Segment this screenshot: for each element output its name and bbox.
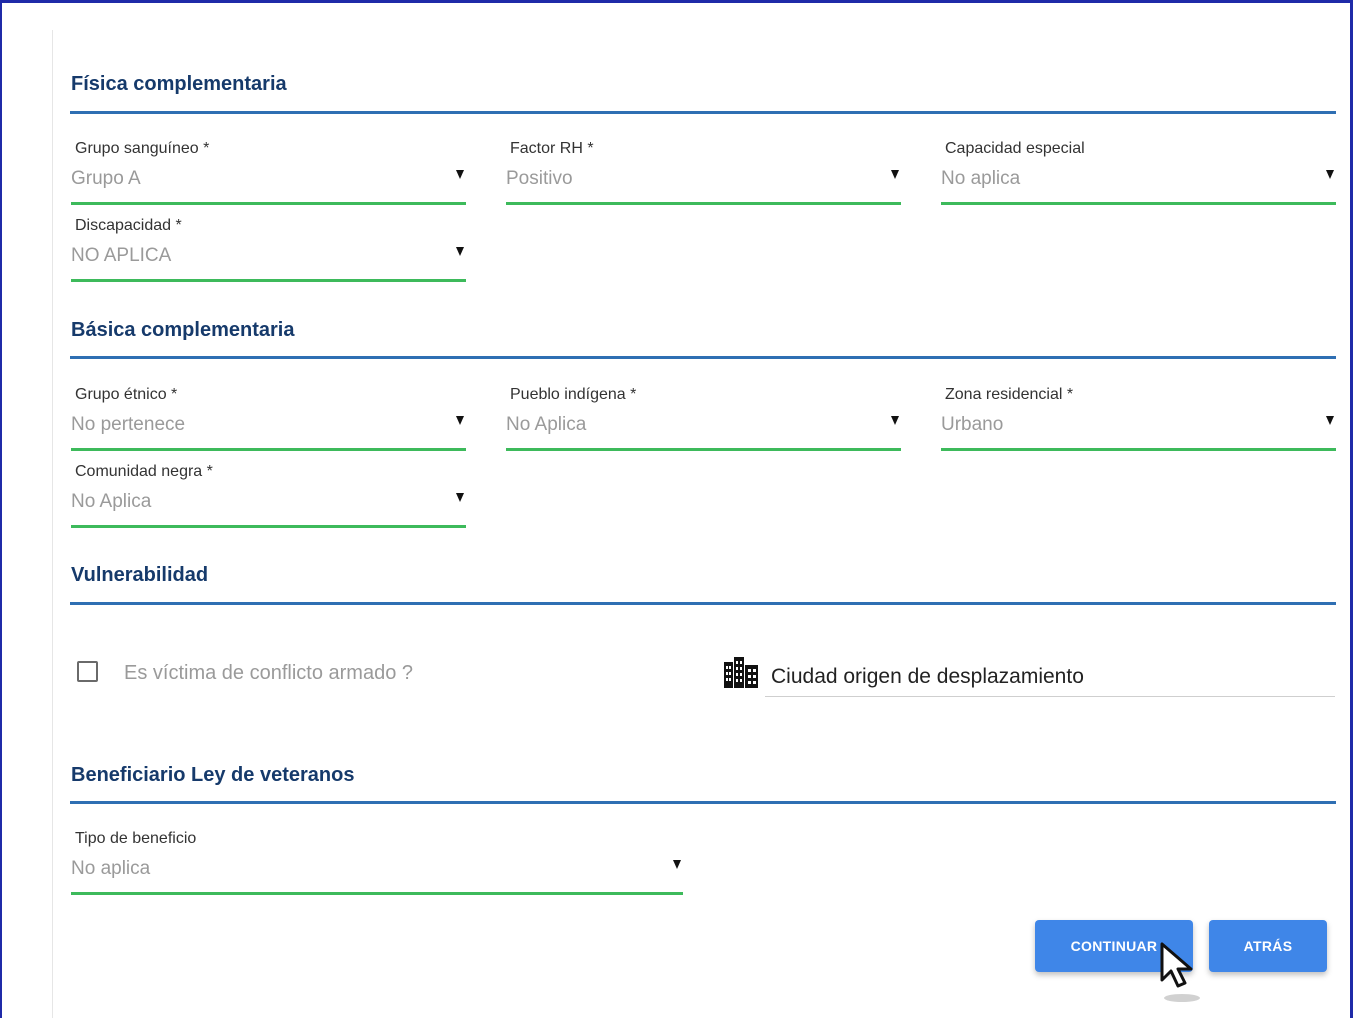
- caret-down-icon[interactable]: [891, 170, 899, 179]
- field-label: Grupo étnico *: [75, 386, 178, 403]
- field-value: NO APLICA: [71, 245, 172, 266]
- city-icon: [724, 657, 758, 688]
- field-label: Comunidad negra *: [75, 463, 213, 480]
- caret-down-icon[interactable]: [456, 170, 464, 179]
- field-underline: [71, 202, 466, 205]
- section-rule-fisica: [70, 111, 1336, 114]
- section-title-fisica: Física complementaria: [71, 73, 287, 95]
- select-pueblo-indigena[interactable]: Pueblo indígena * No Aplica: [506, 386, 901, 456]
- field-underline: [506, 202, 901, 205]
- caret-down-icon[interactable]: [673, 860, 681, 869]
- section-title-basica: Básica complementaria: [71, 319, 295, 341]
- select-capacidad-especial[interactable]: Capacidad especial No aplica: [941, 140, 1336, 210]
- panel-divider: [52, 30, 53, 1018]
- field-underline: [71, 448, 466, 451]
- field-label: Capacidad especial: [945, 140, 1085, 157]
- victima-checkbox-label[interactable]: Es víctima de conflicto armado ?: [124, 662, 413, 685]
- field-underline: [941, 448, 1336, 451]
- field-label: Factor RH *: [510, 140, 594, 157]
- field-label: Pueblo indígena *: [510, 386, 637, 403]
- field-label: Grupo sanguíneo *: [75, 140, 210, 157]
- field-label: Tipo de beneficio: [75, 830, 197, 847]
- mouse-pointer-icon: [1160, 942, 1200, 1002]
- caret-down-icon[interactable]: [456, 493, 464, 502]
- field-label: Discapacidad *: [75, 217, 182, 234]
- select-tipo-beneficio[interactable]: Tipo de beneficio No aplica: [71, 830, 683, 900]
- field-value: No Aplica: [71, 491, 152, 512]
- window-border-left: [0, 0, 2, 1018]
- field-value: No pertenece: [71, 414, 186, 435]
- field-underline: [71, 892, 683, 895]
- select-zona-residencial[interactable]: Zona residencial * Urbano: [941, 386, 1336, 456]
- section-rule-basica: [70, 356, 1336, 359]
- field-underline: [71, 279, 466, 282]
- caret-down-icon[interactable]: [1326, 416, 1334, 425]
- section-rule-beneficiario: [70, 801, 1336, 804]
- field-value: Grupo A: [71, 168, 141, 189]
- select-comunidad-negra[interactable]: Comunidad negra * No Aplica: [71, 463, 466, 533]
- field-underline: [506, 448, 901, 451]
- select-discapacidad[interactable]: Discapacidad * NO APLICA: [71, 217, 466, 287]
- field-value: No aplica: [941, 168, 1021, 189]
- select-grupo-etnico[interactable]: Grupo étnico * No pertenece: [71, 386, 466, 456]
- section-title-vulnerabilidad: Vulnerabilidad: [71, 564, 209, 586]
- select-factor-rh[interactable]: Factor RH * Positivo: [506, 140, 901, 210]
- caret-down-icon[interactable]: [891, 416, 899, 425]
- ciudad-origen-underline: [765, 696, 1335, 697]
- caret-down-icon[interactable]: [1326, 170, 1334, 179]
- field-underline: [941, 202, 1336, 205]
- window-border-top: [0, 0, 1353, 3]
- caret-down-icon[interactable]: [456, 416, 464, 425]
- field-value: Positivo: [506, 168, 573, 189]
- field-value: No aplica: [71, 858, 151, 879]
- field-value: No Aplica: [506, 414, 587, 435]
- ciudad-origen-input[interactable]: Ciudad origen de desplazamiento: [771, 665, 1084, 689]
- section-title-beneficiario: Beneficiario Ley de veteranos: [71, 764, 355, 786]
- field-label: Zona residencial *: [945, 386, 1074, 403]
- atras-button[interactable]: ATRÁS: [1209, 920, 1327, 972]
- section-rule-vulnerabilidad: [70, 602, 1336, 605]
- field-value: Urbano: [941, 414, 1004, 435]
- victima-checkbox[interactable]: [77, 661, 98, 682]
- caret-down-icon[interactable]: [456, 247, 464, 256]
- field-underline: [71, 525, 466, 528]
- select-grupo-sanguineo[interactable]: Grupo sanguíneo * Grupo A: [71, 140, 466, 210]
